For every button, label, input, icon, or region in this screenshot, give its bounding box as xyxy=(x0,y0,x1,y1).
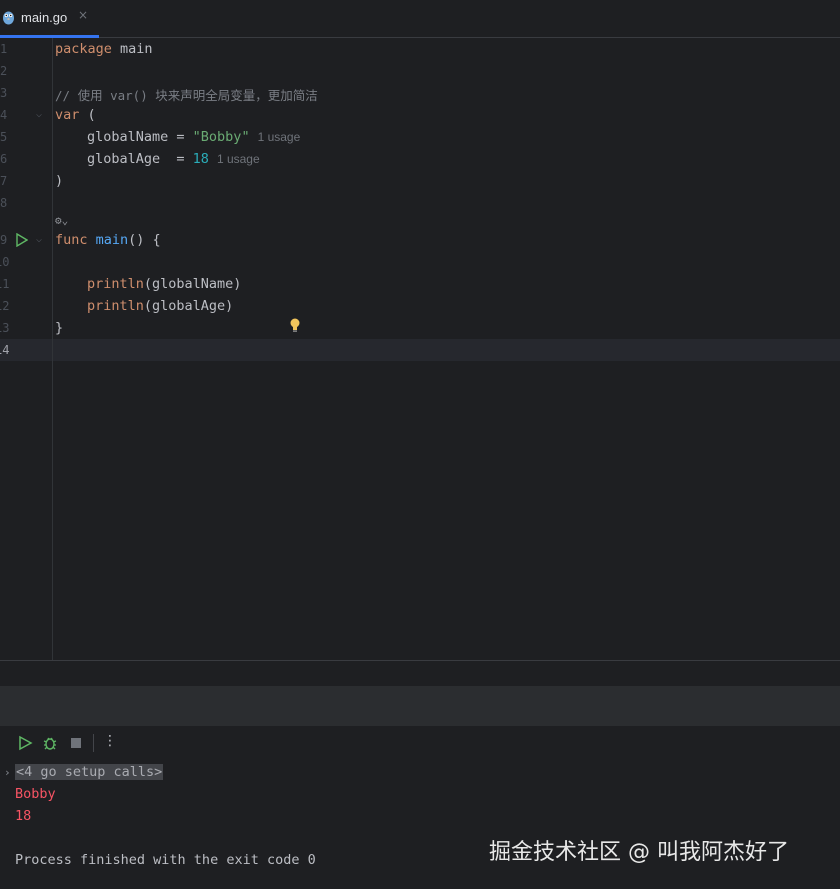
tab-label: main.go xyxy=(21,10,68,25)
line-number-current: 14 xyxy=(0,343,10,357)
line-number: 6 xyxy=(0,152,8,166)
code-line-4: var ( xyxy=(55,107,96,123)
code-line-1: package main xyxy=(55,41,153,57)
gutter-divider xyxy=(52,38,53,660)
code-editor[interactable]: 1 2 3 4 5 6 7 8 9 10 11 12 13 14 ⌵ ⌵ pac… xyxy=(0,38,840,660)
line-number: 11 xyxy=(0,277,10,291)
code-line-11: println(globalName) xyxy=(87,276,242,292)
run-icon[interactable] xyxy=(17,735,33,751)
line-number: 9 xyxy=(0,233,8,247)
tab-main-go[interactable]: main.go × xyxy=(0,0,99,38)
process-finished-line: Process finished with the exit code 0 xyxy=(15,852,316,868)
output-line: 18 xyxy=(15,808,32,824)
line-number: 12 xyxy=(0,299,10,313)
run-tool-window: ⋮ › <4 go setup calls> Bobby 18 Process … xyxy=(0,726,840,889)
line-number: 1 xyxy=(0,42,8,56)
run-gutter-icon[interactable] xyxy=(16,233,28,247)
code-line-12: println(globalAge) xyxy=(87,298,234,314)
line-number: 2 xyxy=(0,64,8,78)
output-line: Bobby xyxy=(15,786,56,802)
gopher-icon xyxy=(3,11,14,25)
code-line-9: func main() { xyxy=(55,232,161,248)
lightbulb-icon[interactable] xyxy=(289,318,301,332)
editor-splitter[interactable] xyxy=(0,660,840,687)
line-number: 8 xyxy=(0,196,8,210)
code-line-6: globalAge = 18 1 usage xyxy=(87,151,260,167)
current-line-highlight xyxy=(0,339,840,361)
code-line-5: globalName = "Bobby" 1 usage xyxy=(87,129,301,145)
tool-window-header xyxy=(0,686,840,726)
toolbar-separator xyxy=(93,734,94,752)
line-number: 4 xyxy=(0,108,8,122)
line-number: 13 xyxy=(0,321,10,335)
line-number: 7 xyxy=(0,174,8,188)
usage-hint[interactable]: 1 usage xyxy=(258,130,301,144)
line-number: 10 xyxy=(0,255,10,269)
close-icon[interactable]: × xyxy=(78,8,88,22)
stop-icon[interactable] xyxy=(68,735,84,751)
fold-chevron-icon[interactable]: ⌵ xyxy=(36,109,42,120)
code-comment: // 使用 var() 块来声明全局变量，更加简洁 xyxy=(55,88,318,103)
debug-icon[interactable] xyxy=(42,735,58,751)
line-number: 3 xyxy=(0,86,8,100)
expand-chevron-icon[interactable]: › xyxy=(4,766,11,779)
more-icon[interactable]: ⋮ xyxy=(103,733,119,749)
code-line-13: } xyxy=(55,320,64,336)
usage-hint[interactable]: 1 usage xyxy=(217,152,260,166)
line-number: 5 xyxy=(0,130,8,144)
watermark: 掘金技术社区 @ 叫我阿杰好了 xyxy=(489,840,789,865)
code-vision-icon[interactable]: ⚙⌄ xyxy=(55,214,75,227)
setup-calls[interactable]: <4 go setup calls> xyxy=(15,764,164,780)
editor-tab-bar: main.go × xyxy=(0,0,840,38)
run-toolbar: ⋮ xyxy=(0,726,840,760)
code-line-7: ) xyxy=(55,173,64,189)
fold-chevron-icon[interactable]: ⌵ xyxy=(36,234,42,245)
